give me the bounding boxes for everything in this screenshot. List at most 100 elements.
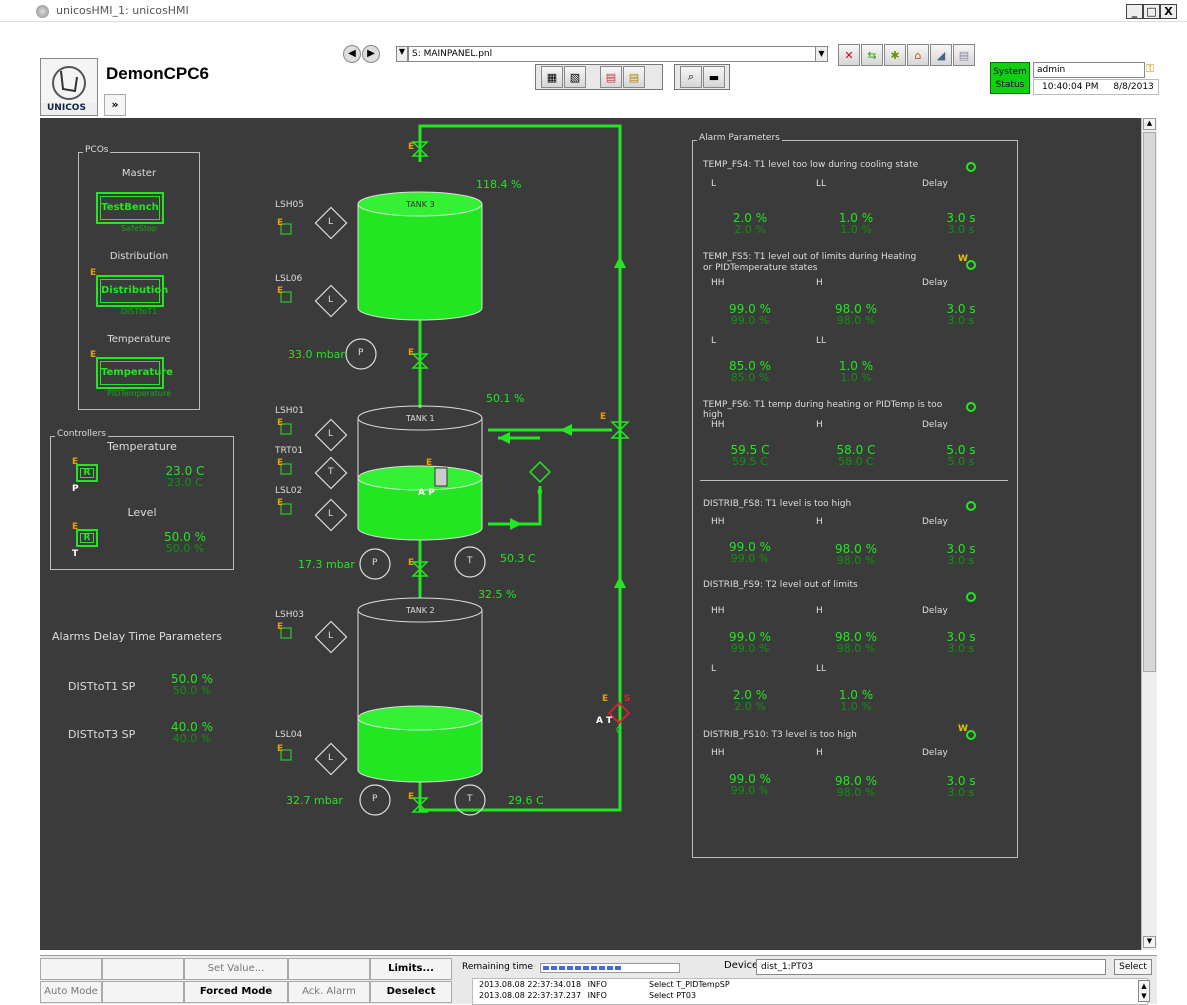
select-button[interactable]: Select [1114, 959, 1152, 975]
key-icon[interactable]: ⚿ [1146, 62, 1160, 76]
fs9-v3[interactable]: 2.0 % 2.0 % [725, 689, 775, 712]
fs6-v2[interactable]: 5.0 s 5.0 s [936, 444, 986, 467]
tank1[interactable] [357, 405, 483, 541]
user-field[interactable]: admin [1033, 62, 1145, 78]
fs5-v0[interactable]: 99.0 % 99.0 % [725, 303, 775, 326]
chevron-down-icon[interactable]: ▼ [815, 47, 827, 61]
auto-mode-button[interactable]: Auto Mode [40, 981, 102, 1003]
lsh05-l: L [328, 217, 334, 227]
device-icon[interactable]: ▬ [703, 66, 725, 88]
fs8-v0[interactable]: 99.0 % 99.0 % [725, 541, 775, 564]
bottom-btn-2[interactable] [102, 958, 184, 980]
deselect-button[interactable]: Deselect [370, 981, 452, 1003]
fs10-v0[interactable]: 99.0 % 99.0 % [725, 773, 775, 796]
fs8-h2: Delay [922, 517, 948, 527]
search-icon[interactable]: ⌕ [680, 66, 702, 88]
at-e: E [602, 694, 609, 704]
lsl04-label: LSL04 [275, 730, 303, 740]
refresh-icon[interactable]: ⇆ [861, 44, 883, 66]
scroll-up-icon[interactable]: ▲ [1143, 118, 1156, 130]
limits-button[interactable]: Limits... [370, 958, 452, 980]
alarm-fs5-status[interactable] [966, 260, 976, 270]
maximize-button[interactable]: □ [1143, 4, 1160, 19]
lsh05-label: LSH05 [275, 200, 304, 210]
expand-button[interactable]: » [104, 94, 126, 116]
home-icon[interactable]: ⌂ [907, 44, 929, 66]
ack-alarm-button[interactable]: Ack. Alarm [288, 981, 370, 1003]
pt3-p: P [358, 348, 364, 358]
fs9-v4[interactable]: 1.0 % 1.0 % [831, 689, 881, 712]
folder-red-icon[interactable]: ▤ [600, 66, 622, 88]
tank3-level: 118.4 % [476, 178, 522, 191]
alarm-fs8-status[interactable] [966, 501, 976, 511]
alarm-fs9-status[interactable] [966, 592, 976, 602]
fs4-v0[interactable]: 2.0 % 2.0 % [725, 212, 775, 235]
flow-arrow-left-2 [498, 432, 510, 444]
at-s: S [624, 694, 631, 704]
fs8-v2[interactable]: 3.0 s 3.0 s [936, 543, 986, 566]
settings-icon[interactable]: ✱ [884, 44, 906, 66]
alarm-fs10-title: DISTRIB_FS10: T3 level is too high [703, 730, 857, 740]
scroll-thumb[interactable] [1143, 132, 1156, 672]
scroll-down-icon[interactable]: ▼ [1143, 936, 1156, 948]
tank2-level: 32.5 % [478, 588, 517, 601]
bottom-btn-6[interactable] [102, 981, 184, 1003]
panel-path-select[interactable]: S: MAINPANEL.pnl ▼ [408, 46, 828, 62]
clock-date: 8/8/2013 [1113, 82, 1154, 92]
print-icon[interactable]: ▤ [953, 44, 975, 66]
fs5-v2[interactable]: 3.0 s 3.0 s [936, 303, 986, 326]
folder-icon[interactable]: ▤ [623, 66, 645, 88]
fs4-v2[interactable]: 3.0 s 3.0 s [936, 212, 986, 235]
trend-icon[interactable]: ◢ [930, 44, 952, 66]
set-value-button[interactable]: Set Value... [184, 958, 288, 980]
bottom-btn-4[interactable] [288, 958, 370, 980]
fs9-h0: HH [711, 606, 725, 616]
fs5-v4[interactable]: 1.0 % 1.0 % [831, 360, 881, 383]
fs6-v0[interactable]: 59.5 C 59.5 C [725, 444, 775, 467]
back-icon[interactable]: ◀ [343, 45, 361, 63]
lsl04-l: L [328, 753, 334, 763]
fs5-v1[interactable]: 98.0 % 98.0 % [831, 303, 881, 326]
flow-arrow-up-1 [614, 256, 626, 268]
alarm-fs4-status[interactable] [966, 162, 976, 172]
fs5-h3: L [711, 336, 717, 346]
tank3[interactable] [357, 191, 483, 321]
app-icon [36, 5, 49, 18]
close-button[interactable]: X [1160, 4, 1177, 19]
alarm-list-icon[interactable]: ▦ [541, 66, 563, 88]
valve-recirc[interactable] [529, 461, 551, 483]
minimize-button[interactable]: _ [1126, 4, 1143, 19]
bottom-faceplate: Set Value... Limits... Auto Mode Forced … [40, 955, 1157, 1005]
fs9-v0[interactable]: 99.0 % 99.0 % [725, 631, 775, 654]
tank3-label: TANK 3 [406, 200, 435, 209]
log-scroll-icon[interactable]: ▲ ▼ [1138, 980, 1150, 1002]
system-status-button[interactable]: System Status [990, 62, 1030, 94]
history-dropdown-icon[interactable]: ▼ [396, 46, 408, 62]
fs9-v2[interactable]: 3.0 s 3.0 s [936, 631, 986, 654]
alarm-fs10-status[interactable] [966, 730, 976, 740]
tank2[interactable] [357, 597, 483, 783]
fs10-v2[interactable]: 3.0 s 3.0 s [936, 775, 986, 798]
vertical-scrollbar[interactable]: ▲ ▼ [1141, 118, 1157, 950]
close-panel-icon[interactable]: ✕ [838, 44, 860, 66]
ap-device[interactable] [434, 467, 448, 487]
lsh01-e: E [277, 418, 284, 428]
flow-arrow-up-2 [614, 576, 626, 588]
lsl02-e: E [277, 498, 284, 508]
fs5-v3[interactable]: 85.0 % 85.0 % [725, 360, 775, 383]
fs10-v1[interactable]: 98.0 % 98.0 % [831, 775, 881, 798]
log-msg: Select PT03 [649, 991, 697, 1000]
fs4-v1[interactable]: 1.0 % 1.0 % [831, 212, 881, 235]
forward-icon[interactable]: ▶ [362, 45, 380, 63]
remaining-time-label: Remaining time [462, 962, 533, 972]
device-field[interactable]: dist_1:PT03 [756, 959, 1106, 975]
alarm-fs6-status[interactable] [966, 402, 976, 412]
valve-t2-e: E [408, 792, 415, 802]
fs8-v1[interactable]: 98.0 % 98.0 % [831, 543, 881, 566]
event-list-icon[interactable]: ▧ [564, 66, 586, 88]
fs6-v1[interactable]: 58.0 C 58.0 C [831, 444, 881, 467]
fs9-v1[interactable]: 98.0 % 98.0 % [831, 631, 881, 654]
forced-mode-button[interactable]: Forced Mode [184, 981, 288, 1003]
bottom-btn-1[interactable] [40, 958, 102, 980]
log-row: 2013.08.08 22:37:34.018 INFO Select T_PI… [479, 979, 1147, 990]
